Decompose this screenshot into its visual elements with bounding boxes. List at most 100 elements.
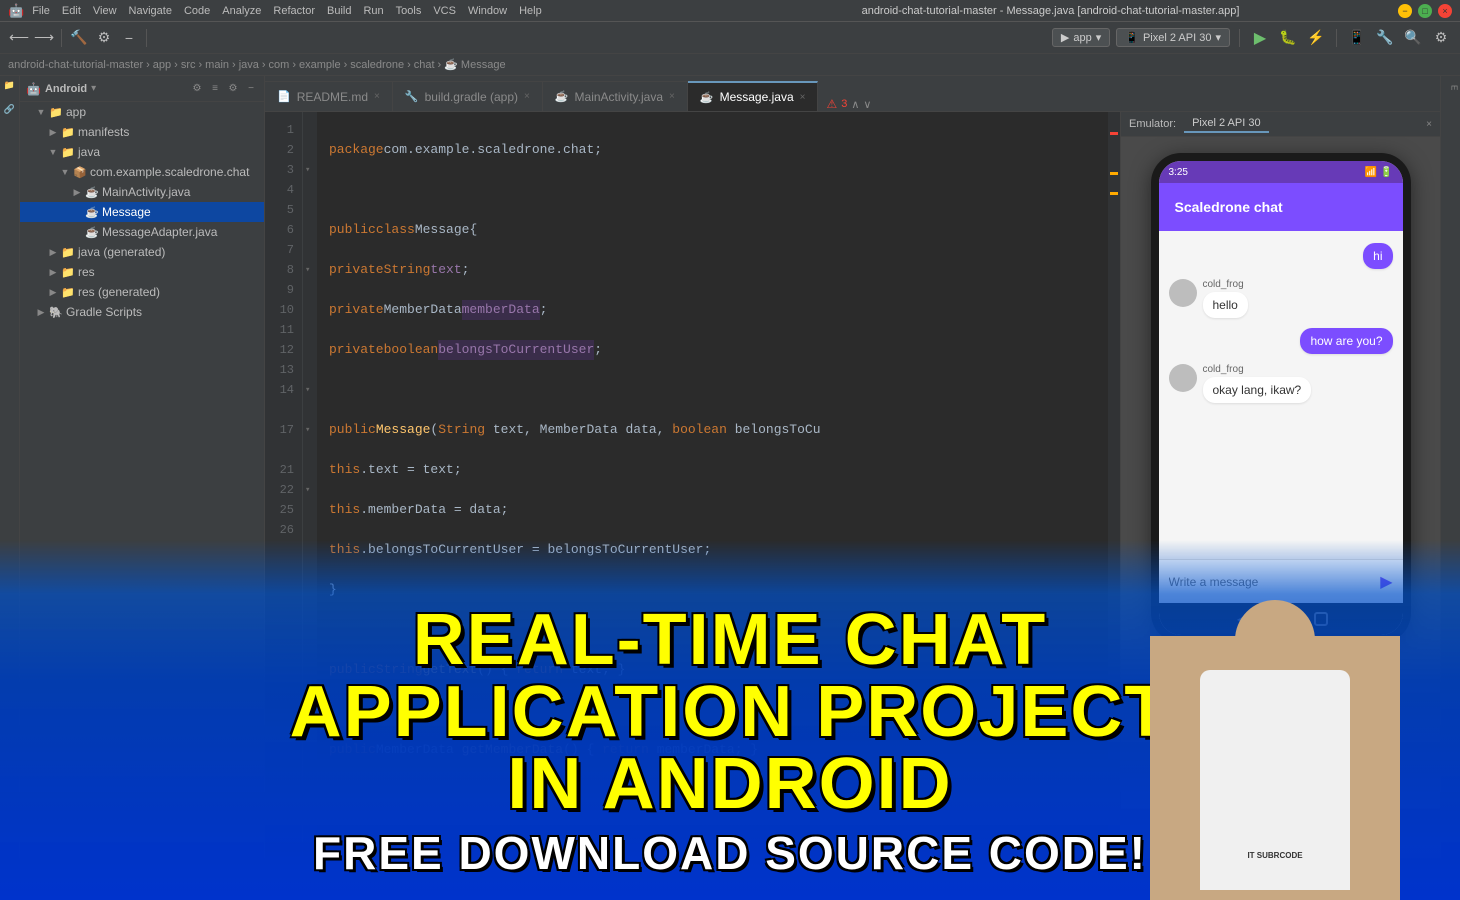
menu-tools[interactable]: Tools — [396, 5, 422, 17]
menu-window[interactable]: Window — [468, 5, 507, 17]
tree-item-messageadapter[interactable]: ☕ MessageAdapter.java — [20, 222, 264, 242]
fold-8[interactable]: ▾ — [305, 265, 315, 275]
bc-main[interactable]: main — [205, 59, 229, 71]
menu-file[interactable]: File — [32, 5, 50, 17]
tree-item-message[interactable]: ☕ Message — [20, 202, 264, 222]
tree-item-gradle[interactable]: ▶ 🐘 Gradle Scripts — [20, 302, 264, 322]
emulator-header: Emulator: Pixel 2 API 30 × — [1121, 112, 1440, 137]
tree-item-app[interactable]: ▼ 📁 app — [20, 102, 264, 122]
fold-14[interactable]: ▾ — [305, 385, 315, 395]
tab-main-activity-close[interactable]: × — [669, 91, 675, 102]
window-controls[interactable]: − □ × — [1398, 4, 1452, 18]
tab-readme[interactable]: 📄 README.md × — [265, 81, 393, 111]
tab-message-close[interactable]: × — [800, 92, 806, 103]
bc-java[interactable]: java — [239, 59, 259, 71]
gutter-14: ▾ — [303, 380, 317, 400]
tab-build-gradle[interactable]: 🔧 build.gradle (app) × — [393, 81, 543, 111]
minimize-button[interactable]: − — [1398, 4, 1412, 18]
fold-22[interactable]: ▾ — [305, 485, 315, 495]
warning-mark-1 — [1110, 172, 1118, 175]
tree-item-mainactivity[interactable]: ▶ ☕ MainActivity.java — [20, 182, 264, 202]
bc-sep2: › — [174, 59, 178, 71]
menu-edit[interactable]: Edit — [62, 5, 81, 17]
menu-code[interactable]: Code — [184, 5, 210, 17]
tab-build-gradle-close[interactable]: × — [524, 91, 530, 102]
bc-example[interactable]: example — [299, 59, 341, 71]
tab-main-activity[interactable]: ☕ MainActivity.java × — [543, 81, 688, 111]
res-gen-icon: 📁 — [61, 286, 75, 299]
phone-chat-area[interactable]: hi cold_frog hello — [1159, 231, 1403, 559]
gutter-3: ▾ — [303, 160, 317, 180]
toolbar-minus-btn[interactable]: − — [118, 27, 140, 49]
messageadapter-icon: ☕ — [85, 226, 99, 239]
menu-analyze[interactable]: Analyze — [222, 5, 261, 17]
emulator-tab-device[interactable]: Pixel 2 API 30 — [1184, 115, 1269, 133]
menu-vcs[interactable]: VCS — [433, 5, 456, 17]
gutter-10 — [303, 300, 317, 320]
avd-button[interactable]: 📱 — [1346, 27, 1368, 49]
tree-gear-icon[interactable]: ⚙ — [190, 82, 204, 96]
debug-button[interactable]: 🐛 — [1277, 27, 1299, 49]
tree-item-manifests[interactable]: ▶ 📁 manifests — [20, 122, 264, 142]
tree-item-package[interactable]: ▼ 📦 com.example.scaledrone.chat — [20, 162, 264, 182]
menu-view[interactable]: View — [93, 5, 117, 17]
phone-time: 3:25 — [1169, 167, 1188, 178]
run-button[interactable]: ▶ — [1249, 27, 1271, 49]
error-collapse: ∨ — [863, 98, 871, 111]
toolbar-back-btn[interactable]: ⟵ — [8, 27, 30, 49]
bc-scaledrone[interactable]: scaledrone — [350, 59, 404, 71]
tree-item-java[interactable]: ▼ 📁 java — [20, 142, 264, 162]
tree-item-java-gen[interactable]: ▶ 📁 java (generated) — [20, 242, 264, 262]
person-body: IT SUBRCODE — [1150, 570, 1400, 900]
bc-message[interactable]: Message — [461, 59, 506, 71]
menu-navigate[interactable]: Navigate — [129, 5, 172, 17]
fold-3[interactable]: ▾ — [305, 165, 315, 175]
menu-build[interactable]: Build — [327, 5, 351, 17]
profile-button[interactable]: ⚡ — [1305, 27, 1327, 49]
bc-src[interactable]: src — [181, 59, 196, 71]
tree-item-res-gen[interactable]: ▶ 📁 res (generated) — [20, 282, 264, 302]
code-line-2 — [329, 180, 1096, 200]
sdk-button[interactable]: 🔧 — [1374, 27, 1396, 49]
gutter-25 — [303, 500, 317, 520]
settings-button[interactable]: ⚙ — [1430, 27, 1452, 49]
right-strip-icon[interactable]: E — [1443, 80, 1459, 96]
tree-settings-icon[interactable]: ⚙ — [226, 82, 240, 96]
menu-run[interactable]: Run — [363, 5, 383, 17]
project-icon[interactable]: 📁 — [2, 80, 18, 96]
tree-dropdown-arrow[interactable]: ▾ — [91, 83, 96, 94]
breadcrumb: android-chat-tutorial-master › app › src… — [0, 54, 1460, 76]
bc-app[interactable]: app — [153, 59, 171, 71]
structure-icon[interactable]: 🔗 — [2, 104, 18, 120]
ln-9: 9 — [265, 280, 294, 300]
tab-message[interactable]: ☕ Message.java × — [688, 81, 819, 111]
maximize-button[interactable]: □ — [1418, 4, 1432, 18]
search-everywhere-button[interactable]: 🔍 — [1402, 27, 1424, 49]
device-dropdown[interactable]: 📱 Pixel 2 API 30 ▾ — [1116, 28, 1230, 47]
tree-header-icons[interactable]: ⚙ ≡ ⚙ − — [190, 82, 258, 96]
person-head — [1235, 600, 1315, 680]
warning-mark-2 — [1110, 192, 1118, 195]
tab-readme-close[interactable]: × — [374, 91, 380, 102]
tree-expand-icon[interactable]: ≡ — [208, 82, 222, 96]
tree-item-res[interactable]: ▶ 📁 res — [20, 262, 264, 282]
toolbar-settings-icon[interactable]: ⚙ — [93, 27, 115, 49]
emulator-close[interactable]: × — [1426, 119, 1432, 130]
tree-minus-icon[interactable]: − — [244, 82, 258, 96]
tree-header: 🤖 Android ▾ ⚙ ≡ ⚙ − — [20, 76, 264, 102]
bc-chat[interactable]: chat — [414, 59, 435, 71]
kw-string: String — [384, 260, 431, 280]
bc-project[interactable]: android-chat-tutorial-master — [8, 59, 143, 71]
close-button[interactable]: × — [1438, 4, 1452, 18]
bc-com[interactable]: com — [269, 59, 290, 71]
field-belongs: belongsToCurrentUser — [438, 340, 594, 360]
menu-refactor[interactable]: Refactor — [273, 5, 315, 17]
toolbar-forward-btn[interactable]: ⟶ — [33, 27, 55, 49]
title-bar-menu[interactable]: File Edit View Navigate Code Analyze Ref… — [32, 5, 542, 17]
menu-help[interactable]: Help — [519, 5, 542, 17]
bc-sep9: › — [438, 59, 442, 71]
fold-17[interactable]: ▾ — [305, 425, 315, 435]
toolbar-build-btn[interactable]: 🔨 — [68, 27, 90, 49]
gutter-18 — [303, 440, 317, 460]
run-configuration-dropdown[interactable]: ▶ app ▾ — [1052, 28, 1110, 47]
